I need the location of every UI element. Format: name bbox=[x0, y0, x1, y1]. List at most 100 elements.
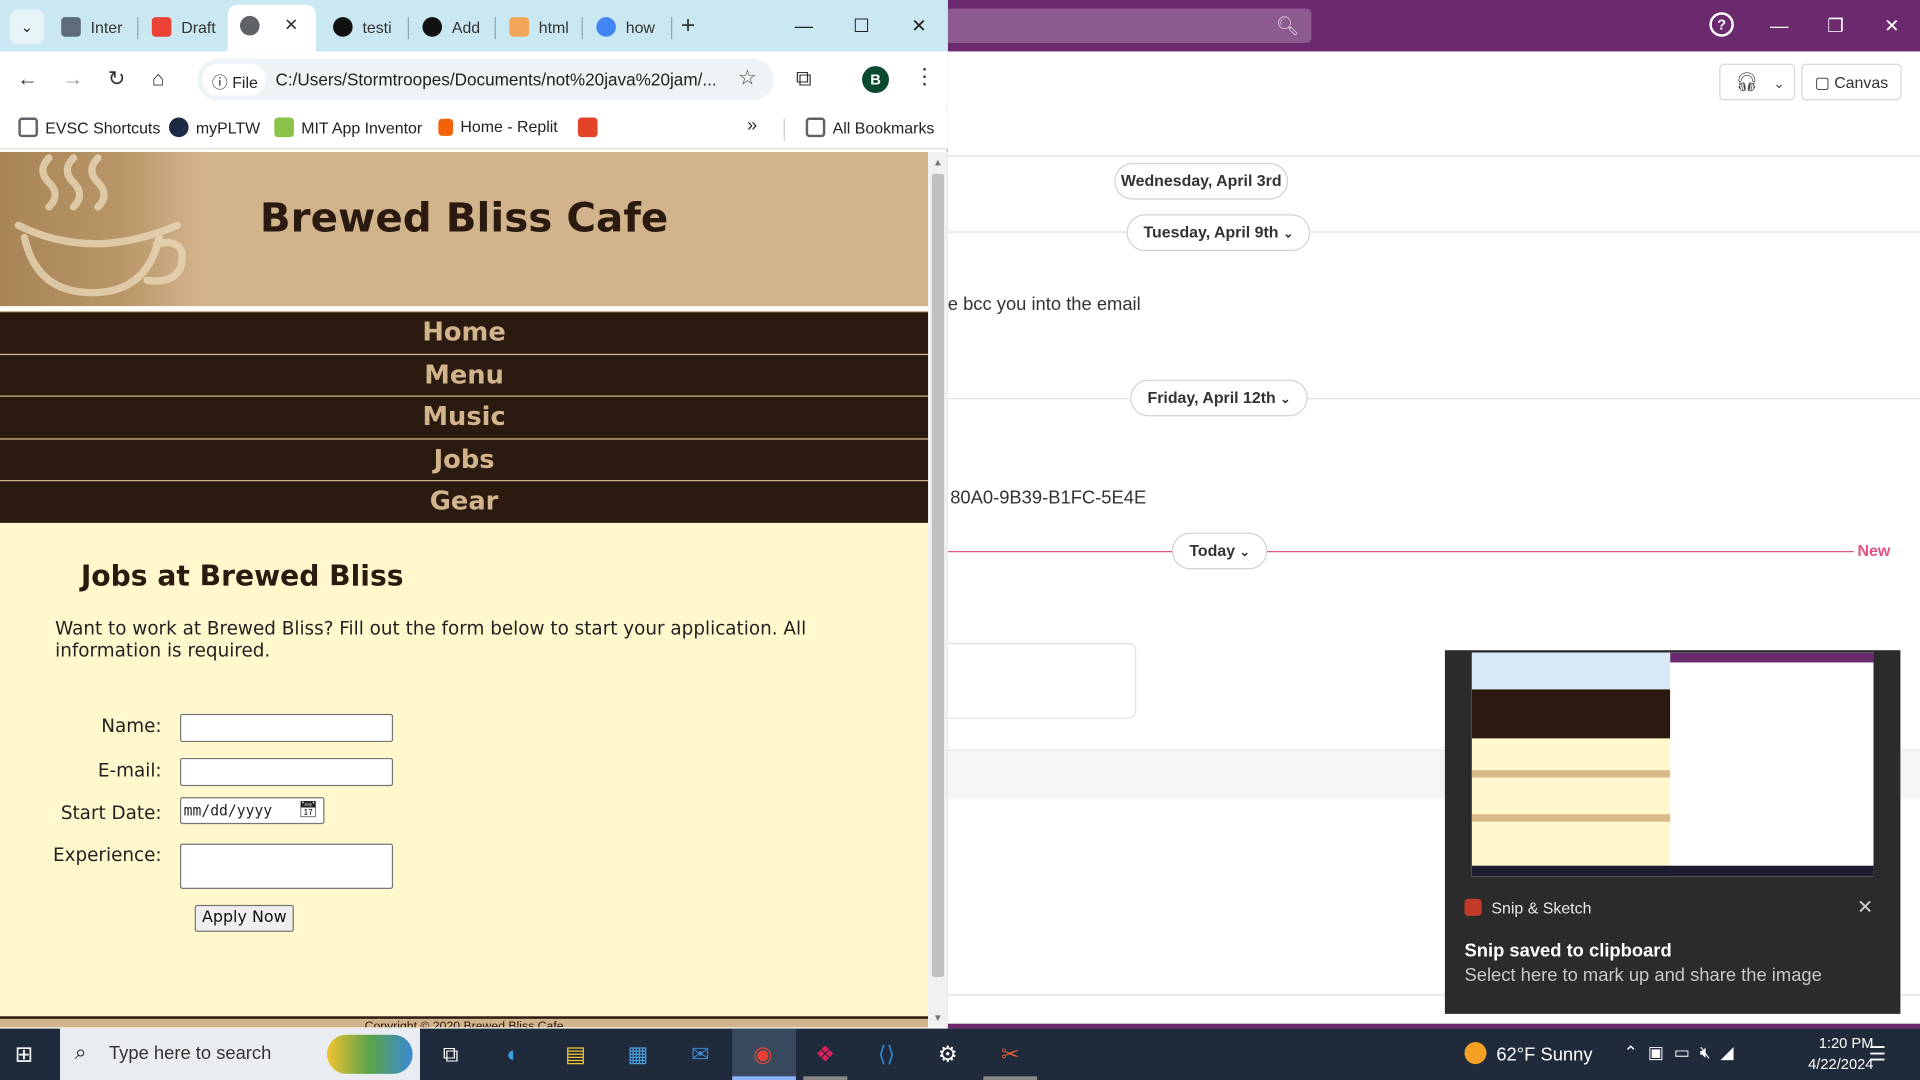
all-bookmarks[interactable]: All Bookmarks bbox=[805, 117, 934, 138]
email-field[interactable] bbox=[180, 757, 394, 787]
message-card[interactable] bbox=[947, 642, 1137, 719]
minimize-button[interactable]: — bbox=[1751, 15, 1807, 36]
bookmark-replit[interactable]: Home - Replit bbox=[438, 118, 558, 136]
experience-textarea[interactable] bbox=[180, 843, 394, 889]
help-icon[interactable]: ? bbox=[1709, 12, 1734, 37]
snip-notification[interactable]: Snip & Sketch ✕ Snip saved to clipboard … bbox=[1444, 650, 1901, 1014]
bookmark-gitlab[interactable] bbox=[577, 117, 605, 138]
tab[interactable]: Inter bbox=[49, 10, 137, 47]
nav-menu[interactable]: Menu bbox=[0, 353, 929, 396]
date-separator[interactable]: Tuesday, April 9th ⌄ bbox=[1126, 214, 1311, 252]
stackoverflow-icon bbox=[509, 17, 529, 37]
bookmarks-overflow-button[interactable]: » bbox=[747, 115, 757, 136]
name-field[interactable] bbox=[180, 713, 394, 743]
close-icon[interactable]: ✕ bbox=[1857, 895, 1873, 919]
date-separator[interactable]: Wednesday, April 3rd ⌄ bbox=[1114, 162, 1289, 224]
tab-active[interactable]: ✕ bbox=[227, 4, 316, 52]
reload-icon[interactable]: ↻ bbox=[108, 67, 125, 91]
battery-icon[interactable]: ▭ bbox=[1674, 1042, 1700, 1062]
clock-date: 4/22/2024 bbox=[1808, 1055, 1874, 1073]
notification-icon[interactable]: ☰ bbox=[1869, 1042, 1887, 1066]
clock[interactable]: 1:20 PM 4/22/2024 bbox=[1800, 1033, 1873, 1075]
gitlab-icon bbox=[577, 117, 598, 138]
menu-icon[interactable]: ⋮ bbox=[913, 64, 935, 90]
file-explorer-icon[interactable]: ▤ bbox=[558, 1038, 592, 1070]
active-indicator bbox=[732, 1076, 796, 1080]
apply-now-button[interactable]: Apply Now bbox=[194, 904, 294, 932]
windows-start-icon[interactable]: ⊞ bbox=[15, 1042, 33, 1068]
search-placeholder: Type here to search bbox=[108, 1043, 272, 1065]
task-view-icon[interactable]: ⧉ bbox=[433, 1038, 467, 1070]
tab-label: testi bbox=[362, 18, 392, 37]
bookmark-mit-app-inventor[interactable]: MIT App Inventor bbox=[274, 117, 422, 138]
close-button[interactable]: ✕ bbox=[1864, 15, 1920, 37]
bookmark-mypltw[interactable]: myPLTW bbox=[168, 117, 260, 138]
canvas-label: Canvas bbox=[1834, 73, 1889, 92]
minimize-button[interactable]: — bbox=[775, 15, 833, 36]
weather-temp: 62°F bbox=[1496, 1044, 1536, 1066]
maximize-button[interactable]: ☐ bbox=[833, 15, 891, 37]
scroll-up-icon[interactable]: ▲ bbox=[933, 157, 943, 168]
calendar-icon[interactable]: 📅︎ bbox=[298, 801, 318, 819]
home-icon[interactable]: ⌂ bbox=[152, 67, 165, 91]
taskbar-search[interactable]: ⌕ Type here to search bbox=[60, 1028, 421, 1080]
github-icon bbox=[333, 17, 353, 37]
nav-music[interactable]: Music bbox=[0, 395, 929, 439]
settings-icon[interactable]: ⚙ bbox=[931, 1038, 965, 1070]
tab-close-icon[interactable]: ✕ bbox=[284, 15, 298, 36]
teams-search-box[interactable]: 🔍︎ bbox=[947, 8, 1312, 43]
edge-icon[interactable]: ◐ bbox=[496, 1038, 530, 1070]
mail-icon[interactable]: ✉ bbox=[683, 1038, 717, 1070]
volume-muted-icon[interactable]: 🔇︎ bbox=[1700, 1042, 1721, 1062]
nav-jobs[interactable]: Jobs bbox=[0, 438, 929, 481]
scroll-down-icon[interactable]: ▼ bbox=[933, 1013, 943, 1024]
back-icon[interactable]: ← bbox=[17, 67, 38, 91]
close-button[interactable]: ✕ bbox=[890, 15, 948, 37]
date-separator[interactable]: Friday, April 12th ⌄ bbox=[1130, 379, 1308, 417]
tab[interactable]: how bbox=[584, 10, 672, 47]
vscode-icon[interactable]: ⟨⟩ bbox=[869, 1038, 903, 1070]
snip-sketch-taskbar-icon[interactable]: ✂ bbox=[993, 1038, 1027, 1070]
address-bar[interactable]: ⓘ File C:/Users/Stormtroopes/Documents/n… bbox=[197, 58, 774, 101]
thumbnail-titlebar bbox=[1670, 652, 1874, 663]
chrome-icon[interactable]: ◉ bbox=[746, 1038, 780, 1070]
scroll-thumb[interactable] bbox=[931, 173, 945, 978]
site-info-chip[interactable]: ⓘ File bbox=[202, 63, 266, 96]
tab[interactable]: html bbox=[497, 10, 585, 47]
chevron-down-icon: ⌄ bbox=[1282, 227, 1294, 242]
meet-icon[interactable]: ▣ bbox=[1648, 1042, 1674, 1062]
new-tab-button[interactable]: + bbox=[681, 12, 695, 40]
snip-thumbnail[interactable] bbox=[1471, 652, 1874, 877]
restore-button[interactable]: ❐ bbox=[1807, 15, 1863, 37]
page-scrollbar[interactable]: ▲ ▼ bbox=[928, 151, 948, 1028]
weather-widget[interactable]: 62°F Sunny bbox=[1464, 1042, 1593, 1066]
slack-icon[interactable]: ❖ bbox=[808, 1038, 842, 1070]
taskbar: ⊞ ⌕ Type here to search ⧉ ◐ ▤ ▦ ✉ ◉ ❖ ⟨⟩… bbox=[0, 1028, 1920, 1080]
tab-separator bbox=[581, 17, 583, 40]
divider bbox=[947, 155, 1920, 157]
url-text[interactable]: C:/Users/Stormtroopes/Documents/not%20ja… bbox=[276, 70, 729, 90]
folder-icon bbox=[805, 117, 826, 138]
extensions-icon[interactable]: ⧉ bbox=[796, 66, 812, 92]
chevron-up-icon[interactable]: ⌃ bbox=[1624, 1042, 1648, 1062]
forward-icon[interactable]: → bbox=[62, 67, 83, 91]
tab-search-button[interactable]: ⌄ bbox=[9, 9, 45, 45]
nav-gear[interactable]: Gear bbox=[0, 480, 929, 523]
bookmarks-bar: EVSC Shortcuts myPLTW MIT App Inventor H… bbox=[0, 107, 948, 150]
profile-avatar[interactable]: B bbox=[862, 66, 889, 94]
start-date-field[interactable]: mm/dd/yyyy 📅︎ bbox=[180, 797, 325, 825]
wifi-icon[interactable]: ◢ bbox=[1720, 1042, 1743, 1062]
canvas-button[interactable]: ▢ Canvas bbox=[1801, 63, 1902, 101]
sun-icon bbox=[1464, 1042, 1487, 1065]
store-icon[interactable]: ▦ bbox=[621, 1038, 655, 1070]
tab[interactable]: Draft bbox=[140, 10, 228, 47]
tab-separator bbox=[494, 17, 496, 40]
date-separator-today[interactable]: Today ⌄ bbox=[1171, 532, 1268, 570]
call-button[interactable]: 🎧︎ ⌄ bbox=[1719, 63, 1796, 101]
bookmark-evsc[interactable]: EVSC Shortcuts bbox=[18, 117, 160, 138]
nav-home[interactable]: Home bbox=[0, 311, 929, 354]
divider bbox=[947, 397, 1129, 400]
bookmark-star-icon[interactable]: ☆ bbox=[738, 66, 757, 90]
tab[interactable]: testi bbox=[321, 10, 409, 47]
tab[interactable]: Add bbox=[410, 10, 498, 47]
